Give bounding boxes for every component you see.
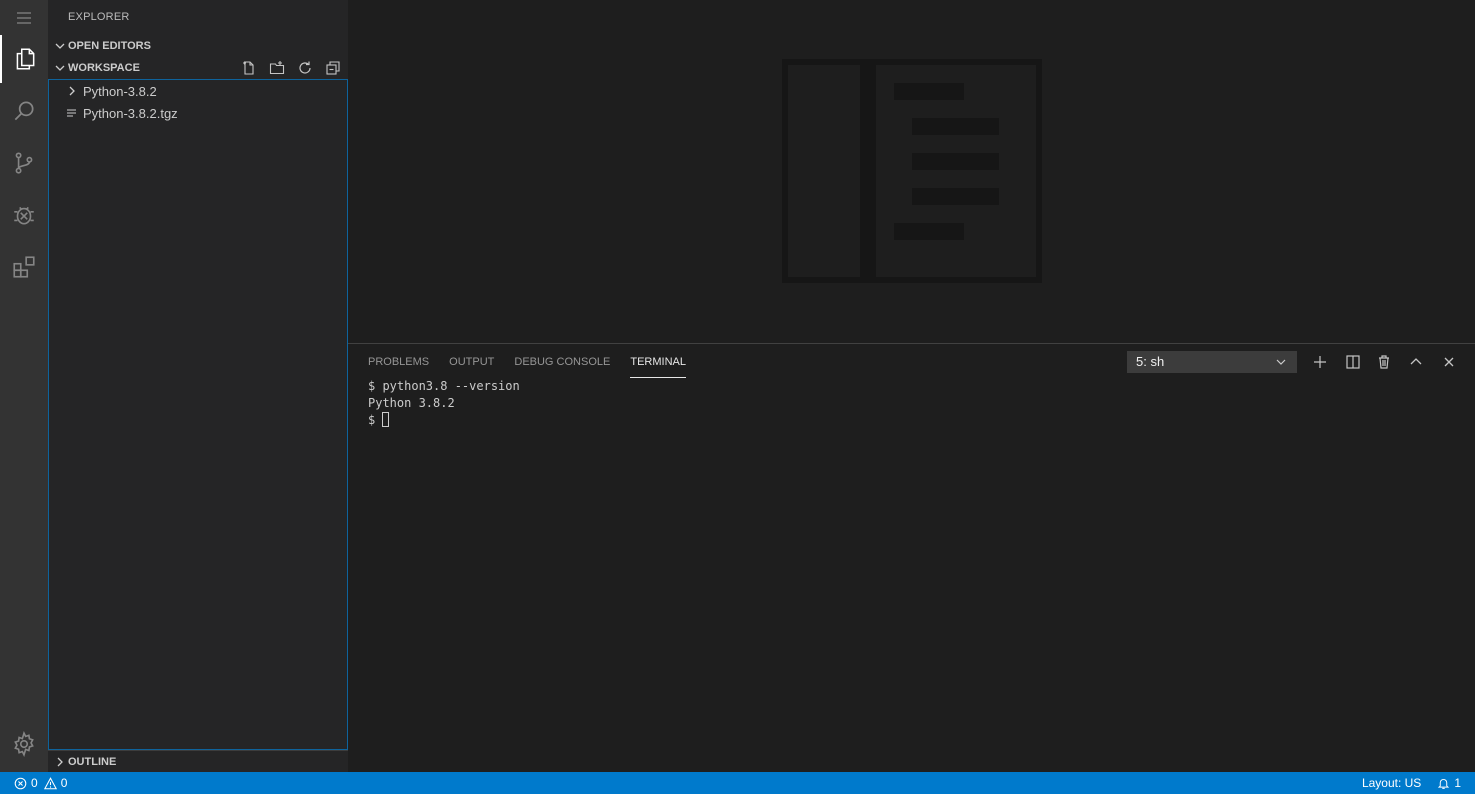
tree-item-label: Python-3.8.2.tgz bbox=[83, 105, 178, 121]
new-terminal-icon[interactable] bbox=[1310, 352, 1330, 372]
problems-status[interactable]: 0 0 bbox=[14, 772, 67, 794]
editor-area bbox=[348, 0, 1475, 343]
vscode-window: EXPLORER OPEN EDITORS WORKSPACE Python-3… bbox=[0, 0, 1475, 794]
terminal-prompt: $ bbox=[368, 413, 383, 427]
outline-label: OUTLINE bbox=[68, 756, 117, 768]
warning-icon bbox=[43, 776, 57, 789]
chevron-right-icon bbox=[64, 83, 80, 99]
trash-icon[interactable] bbox=[1374, 352, 1394, 372]
tab-label: PROBLEMS bbox=[368, 356, 430, 368]
tree-item-folder[interactable]: Python-3.8.2 bbox=[49, 80, 347, 102]
terminal-cursor bbox=[382, 412, 390, 427]
vscode-watermark-icon bbox=[782, 59, 1042, 283]
tab-label: TERMINAL bbox=[630, 347, 686, 378]
activity-bar bbox=[0, 0, 48, 772]
maximize-panel-icon[interactable] bbox=[1406, 352, 1426, 372]
error-icon bbox=[14, 777, 27, 789]
search-icon[interactable] bbox=[0, 87, 48, 135]
panel-tabs: PROBLEMS OUTPUT DEBUG CONSOLE TERMINAL bbox=[368, 344, 686, 380]
terminal-line: Python 3.8.2 bbox=[368, 396, 455, 410]
workspace-section[interactable]: WORKSPACE bbox=[48, 57, 348, 79]
tab-terminal[interactable]: TERMINAL bbox=[630, 344, 686, 380]
settings-gear-icon[interactable] bbox=[0, 720, 48, 768]
workspace-label: WORKSPACE bbox=[68, 62, 140, 74]
chevron-down-icon bbox=[52, 38, 68, 54]
terminal-select-value: 5: sh bbox=[1136, 354, 1165, 369]
workspace-actions bbox=[238, 57, 348, 79]
notifications-status[interactable]: 1 bbox=[1437, 776, 1461, 790]
error-count: 0 bbox=[31, 776, 38, 790]
new-folder-icon[interactable] bbox=[266, 57, 288, 79]
explorer-sidebar: EXPLORER OPEN EDITORS WORKSPACE Python-3… bbox=[48, 0, 348, 772]
extensions-icon[interactable] bbox=[0, 243, 48, 291]
files-icon[interactable] bbox=[0, 35, 48, 83]
source-control-icon[interactable] bbox=[0, 139, 48, 187]
debug-icon[interactable] bbox=[0, 191, 48, 239]
warning-count: 0 bbox=[60, 776, 68, 790]
new-file-icon[interactable] bbox=[238, 57, 260, 79]
file-icon bbox=[64, 105, 80, 121]
workspace-tree: Python-3.8.2 Python-3.8.2.tgz bbox=[48, 79, 348, 750]
sidebar-title: EXPLORER bbox=[68, 11, 130, 23]
terminal-output[interactable]: $ python3.8 --version Python 3.8.2 $ bbox=[368, 378, 520, 429]
tab-label: DEBUG CONSOLE bbox=[514, 356, 611, 368]
keyboard-layout-label: Layout: US bbox=[1361, 776, 1422, 790]
bottom-panel: PROBLEMS OUTPUT DEBUG CONSOLE TERMINAL 5… bbox=[348, 343, 1475, 772]
tab-label: OUTPUT bbox=[449, 356, 495, 368]
notification-count: 1 bbox=[1454, 776, 1461, 790]
terminal-line: $ python3.8 --version bbox=[368, 379, 520, 393]
outline-section[interactable]: OUTLINE bbox=[48, 750, 348, 772]
tab-problems[interactable]: PROBLEMS bbox=[368, 344, 429, 380]
keyboard-layout-status[interactable]: Layout: US bbox=[1362, 776, 1421, 790]
chevron-down-icon bbox=[1276, 359, 1286, 365]
tree-item-file[interactable]: Python-3.8.2.tgz bbox=[49, 102, 347, 124]
tab-debug-console[interactable]: DEBUG CONSOLE bbox=[514, 344, 610, 380]
collapse-all-icon[interactable] bbox=[322, 57, 344, 79]
close-icon[interactable] bbox=[1439, 352, 1459, 372]
refresh-icon[interactable] bbox=[294, 57, 316, 79]
chevron-right-icon bbox=[52, 754, 68, 770]
open-editors-label: OPEN EDITORS bbox=[68, 40, 151, 52]
terminal-select[interactable]: 5: sh bbox=[1127, 351, 1297, 373]
terminal-prompt-line: $ bbox=[368, 412, 520, 429]
open-editors-section[interactable]: OPEN EDITORS bbox=[48, 35, 348, 57]
chevron-down-icon bbox=[52, 60, 68, 76]
split-terminal-icon[interactable] bbox=[1343, 352, 1363, 372]
outline-header[interactable]: OUTLINE bbox=[48, 751, 348, 773]
status-right: Layout: US 1 bbox=[1362, 772, 1461, 794]
tree-item-label: Python-3.8.2 bbox=[83, 83, 157, 99]
tab-output[interactable]: OUTPUT bbox=[449, 344, 494, 380]
menu-icon[interactable] bbox=[0, 0, 48, 36]
bell-icon bbox=[1438, 778, 1450, 789]
status-bar: 0 0 Layout: US 1 bbox=[0, 772, 1475, 794]
